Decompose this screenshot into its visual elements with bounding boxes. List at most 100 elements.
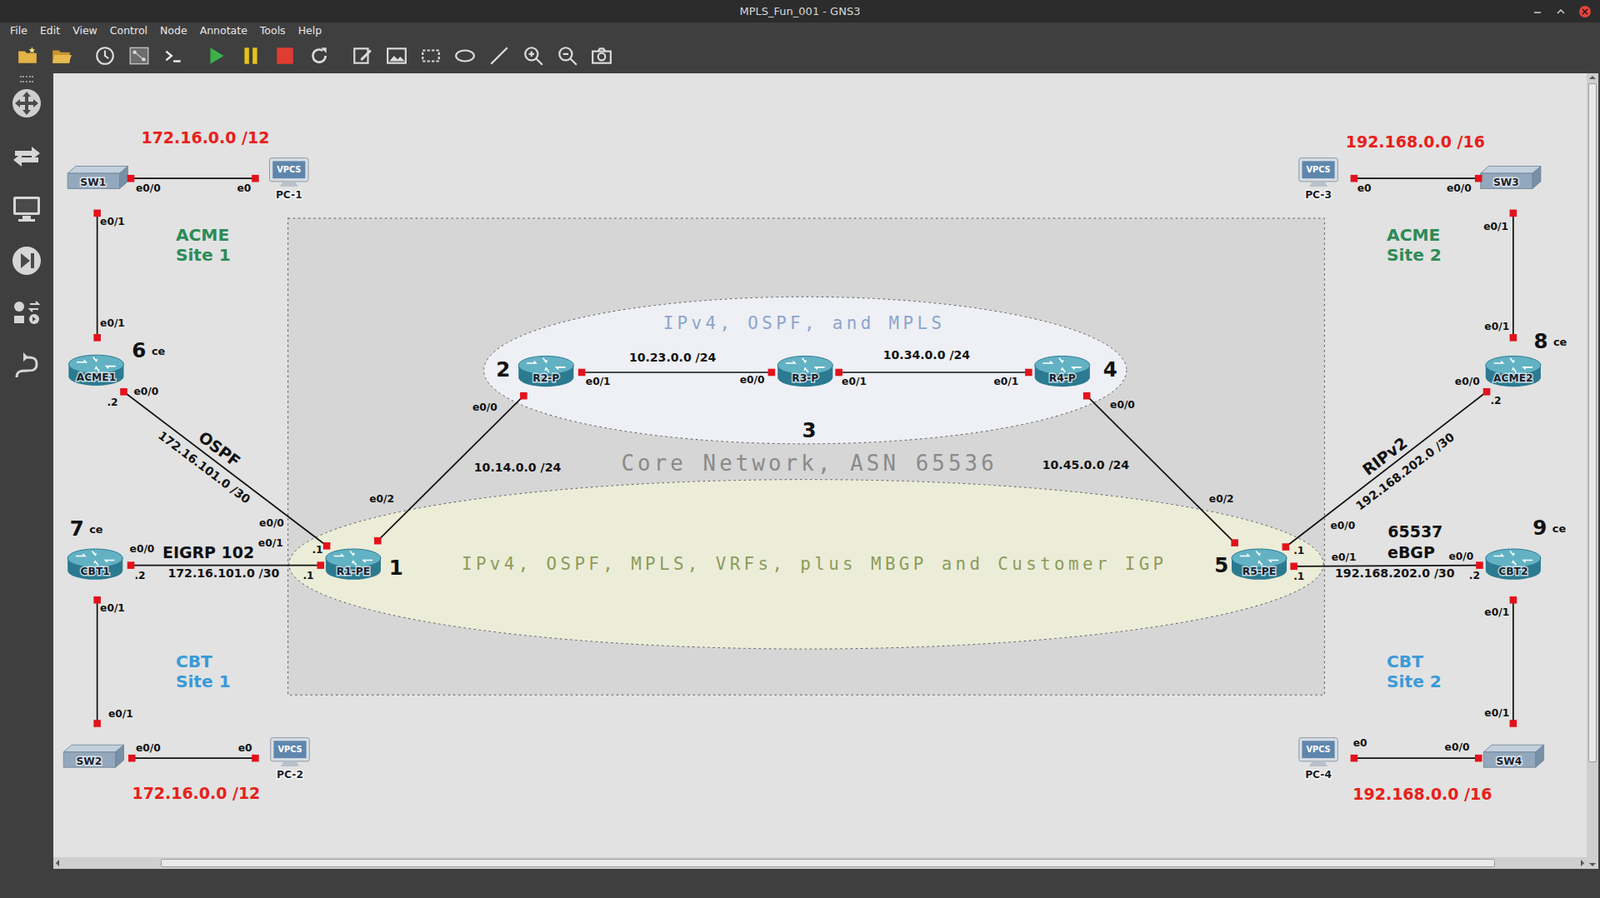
toolbar-button[interactable] <box>47 41 76 70</box>
annotation-text[interactable]: 172.16.0.0 /12 <box>131 784 260 803</box>
link-line[interactable] <box>130 565 321 567</box>
toolbar-button[interactable] <box>519 41 548 70</box>
link[interactable]: e0/0e0/0.1.2192.168.202.0 /30RIPv2 <box>1285 375 1502 557</box>
toolbar-button[interactable] <box>90 41 120 70</box>
link[interactable]: e0/1e0/1 <box>1484 600 1513 724</box>
node-label[interactable]: SW4 <box>1496 755 1523 768</box>
annotation-text[interactable]: Site 1 <box>175 245 231 265</box>
router-node[interactable]: CBT2 <box>1485 549 1541 580</box>
toolbar-button[interactable] <box>485 41 514 70</box>
router-node[interactable]: ACME1 <box>68 355 124 386</box>
toolbar-button[interactable] <box>553 41 582 70</box>
node-label[interactable]: R5-PE <box>1242 565 1276 578</box>
router-node[interactable]: R3-P <box>777 355 833 387</box>
toolbar-button[interactable] <box>382 41 411 70</box>
scroll-thumb[interactable] <box>1588 83 1597 763</box>
dock-button[interactable] <box>8 85 45 122</box>
toolbar-button[interactable] <box>236 41 265 70</box>
node-label[interactable]: ACME2 <box>1493 372 1533 385</box>
link-line[interactable] <box>96 213 99 338</box>
scroll-thumb[interactable] <box>160 859 1495 868</box>
link[interactable]: e0/0e0/1.2.1172.16.101.0 /30EIGRP 102 <box>130 537 321 582</box>
link[interactable]: e0/1e0/0.1.2192.168.202.0 /30eBGP65537 <box>1293 522 1480 583</box>
link-line[interactable] <box>123 391 327 546</box>
node-label[interactable]: SW1 <box>80 176 106 189</box>
link[interactable]: e0/1e0/1 <box>97 600 134 724</box>
link[interactable]: e0/1e0/010.23.0.0 /24 <box>581 350 772 388</box>
link[interactable]: e0/0e0/0.2.1172.16.101.0 /30OSPF <box>106 385 327 556</box>
minimize-icon[interactable] <box>1531 5 1544 18</box>
link[interactable]: e0/0e0 <box>1354 178 1479 195</box>
switch-node[interactable]: SW4 <box>1483 745 1544 768</box>
menu-item[interactable]: View <box>72 24 98 37</box>
node-label[interactable]: R4-P <box>1049 372 1076 385</box>
toolbar-button[interactable] <box>159 41 188 70</box>
switch-node[interactable]: SW2 <box>63 745 124 768</box>
link-line[interactable] <box>1285 391 1487 547</box>
dock-grip[interactable] <box>20 75 34 83</box>
scroll-down-icon[interactable] <box>1586 860 1599 870</box>
link[interactable]: e0/1e0/1 <box>97 213 125 338</box>
vpcs-node[interactable]: VPCSPC-1 <box>270 158 310 201</box>
link[interactable]: e0/0e0 <box>130 178 255 195</box>
scroll-up-icon[interactable] <box>1586 73 1599 82</box>
link[interactable]: e0/1e0/1 <box>1483 213 1514 338</box>
link-line[interactable] <box>1512 600 1515 724</box>
annotation-text[interactable]: 172.16.0.0 /12 <box>140 128 270 147</box>
switch-node[interactable]: SW3 <box>1480 165 1541 189</box>
node-label[interactable]: SW3 <box>1493 176 1520 189</box>
router-node[interactable]: R4-P <box>1035 355 1090 387</box>
link-line[interactable] <box>839 371 1030 374</box>
node-label[interactable]: PC-4 <box>1305 769 1332 781</box>
toolbar-button[interactable] <box>202 41 231 70</box>
link[interactable]: e0/0e0/210.45.0.0 /24 <box>1042 395 1235 543</box>
node-label[interactable]: SW2 <box>75 755 102 768</box>
node-label[interactable]: PC-1 <box>275 189 303 201</box>
toolbar-button[interactable] <box>270 41 300 70</box>
pe-router-zone[interactable] <box>289 480 1324 650</box>
node-label[interactable]: CBT2 <box>1498 565 1528 578</box>
annotation-text[interactable]: IPv4, OSPF, and MPLS <box>663 313 946 334</box>
menu-item[interactable]: Annotate <box>200 24 248 37</box>
vpcs-node[interactable]: VPCSPC-3 <box>1299 158 1339 201</box>
menu-item[interactable]: Tools <box>260 24 286 37</box>
dock-button[interactable] <box>8 295 45 332</box>
vpcs-node[interactable]: VPCSPC-2 <box>270 738 310 781</box>
annotation-text[interactable]: Core Network, ASN 65536 <box>620 450 998 476</box>
annotation-text[interactable]: Site 2 <box>1386 671 1442 692</box>
link[interactable]: e0/0e0 <box>1353 737 1479 759</box>
toolbar-button[interactable] <box>587 41 616 70</box>
toolbar-button[interactable] <box>125 41 154 70</box>
scroll-left-icon[interactable] <box>53 857 62 870</box>
link-line[interactable] <box>131 757 255 760</box>
vpcs-node[interactable]: VPCSPC-4 <box>1299 738 1339 781</box>
annotation-text[interactable]: Site 2 <box>1386 245 1442 265</box>
link[interactable]: e0/0e0 <box>131 742 255 759</box>
menu-item[interactable]: Control <box>110 24 148 37</box>
annotation-text[interactable]: ACME <box>175 225 230 245</box>
annotation-text[interactable]: CBT <box>175 651 213 672</box>
annotation-text[interactable]: Site 1 <box>175 671 231 692</box>
node-label[interactable]: R1-PE <box>336 565 370 578</box>
node-label[interactable]: PC-3 <box>1305 189 1332 201</box>
menu-item[interactable]: Help <box>298 24 323 37</box>
switch-node[interactable]: SW1 <box>67 165 128 189</box>
dock-button[interactable] <box>8 190 45 227</box>
link-line[interactable] <box>1512 213 1515 338</box>
menu-item[interactable]: File <box>10 24 28 37</box>
close-icon[interactable] <box>1578 5 1592 19</box>
annotation-text[interactable]: 192.168.0.0 /16 <box>1345 132 1485 151</box>
link-line[interactable] <box>130 177 255 180</box>
menu-item[interactable]: Node <box>160 24 188 37</box>
node-label[interactable]: PC-2 <box>276 769 304 781</box>
node-label[interactable]: R3-P <box>791 372 819 385</box>
annotation-text[interactable]: 192.168.0.0 /16 <box>1352 785 1492 804</box>
toolbar-button[interactable] <box>348 41 377 70</box>
router-node[interactable]: R5-PE <box>1231 549 1287 580</box>
dock-button[interactable] <box>8 242 45 280</box>
node-label[interactable]: CBT1 <box>80 565 110 578</box>
core-network-area[interactable] <box>288 218 1325 695</box>
link[interactable]: e0/1e0/110.34.0.0 /24 <box>839 348 1030 388</box>
topology-canvas[interactable]: 172.16.0.0 /12 192.168.0.0 /16 172.16.0.0 … <box>53 73 1587 858</box>
link-line[interactable] <box>1354 177 1479 180</box>
